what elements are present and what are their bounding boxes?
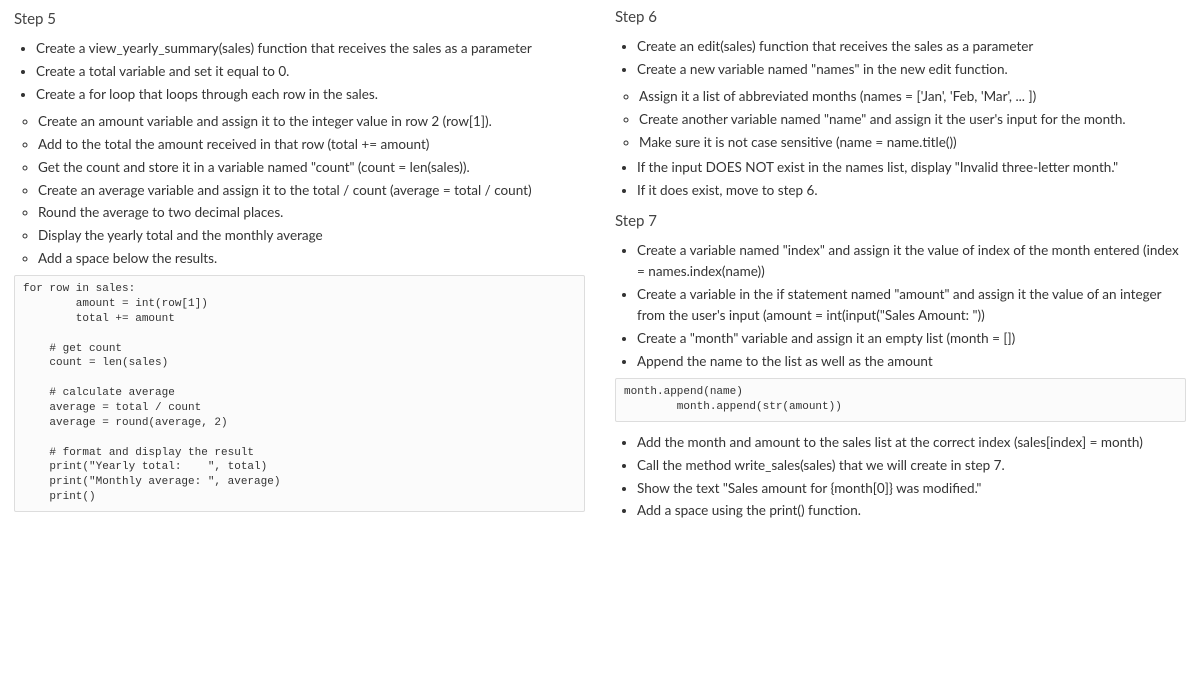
list-item: Create another variable named "name" and… [639,109,1186,130]
step-7-list-b: Add the month and amount to the sales li… [615,432,1186,522]
list-item: Display the yearly total and the monthly… [38,225,585,246]
list-item: Create an amount variable and assign it … [38,111,585,132]
list-item: Add to the total the amount received in … [38,134,585,155]
step-5: Step 5 Create a view_yearly_summary(sale… [14,10,585,512]
step-6-title: Step 6 [615,8,1186,26]
list-item: Round the average to two decimal places. [38,202,585,223]
step-7: Step 7 Create a variable named "index" a… [615,212,1186,521]
step-7-code: month.append(name) month.append(str(amou… [615,378,1186,422]
step-6-list-b: If the input DOES NOT exist in the names… [615,157,1186,201]
list-item: Assign it a list of abbreviated months (… [639,86,1186,107]
list-item: If it does exist, move to step 6. [637,180,1186,201]
list-item: If the input DOES NOT exist in the names… [637,157,1186,178]
step-6: Step 6 Create an edit(sales) function th… [615,8,1186,200]
list-item: Add a space below the results. [38,248,585,269]
step-5-list: Create a view_yearly_summary(sales) func… [14,38,585,105]
list-item: Create a for loop that loops through eac… [36,84,585,105]
list-item: Add the month and amount to the sales li… [637,432,1186,453]
list-item: Make sure it is not case sensitive (name… [639,132,1186,153]
list-item: Create a total variable and set it equal… [36,61,585,82]
content-columns: Step 5 Create a view_yearly_summary(sale… [14,8,1186,668]
list-item: Append the name to the list as well as t… [637,351,1186,372]
list-item: Show the text "Sales amount for {month[0… [637,478,1186,499]
list-item: Add a space using the print() function. [637,500,1186,521]
list-item: Create a "month" variable and assign it … [637,328,1186,349]
list-item: Create a new variable named "names" in t… [637,59,1186,80]
step-7-list-a: Create a variable named "index" and assi… [615,240,1186,372]
step-6-sublist: Assign it a list of abbreviated months (… [615,86,1186,153]
list-item: Create an average variable and assign it… [38,180,585,201]
list-item: Create a view_yearly_summary(sales) func… [36,38,585,59]
step-7-title: Step 7 [615,212,1186,230]
step-6-list: Create an edit(sales) function that rece… [615,36,1186,80]
list-item: Create an edit(sales) function that rece… [637,36,1186,57]
list-item: Create a variable in the if statement na… [637,284,1186,326]
step-5-code: for row in sales: amount = int(row[1]) t… [14,275,585,512]
step-5-sublist: Create an amount variable and assign it … [14,111,585,269]
list-item: Get the count and store it in a variable… [38,157,585,178]
step-5-title: Step 5 [14,10,585,28]
list-item: Create a variable named "index" and assi… [637,240,1186,282]
list-item: Call the method write_sales(sales) that … [637,455,1186,476]
